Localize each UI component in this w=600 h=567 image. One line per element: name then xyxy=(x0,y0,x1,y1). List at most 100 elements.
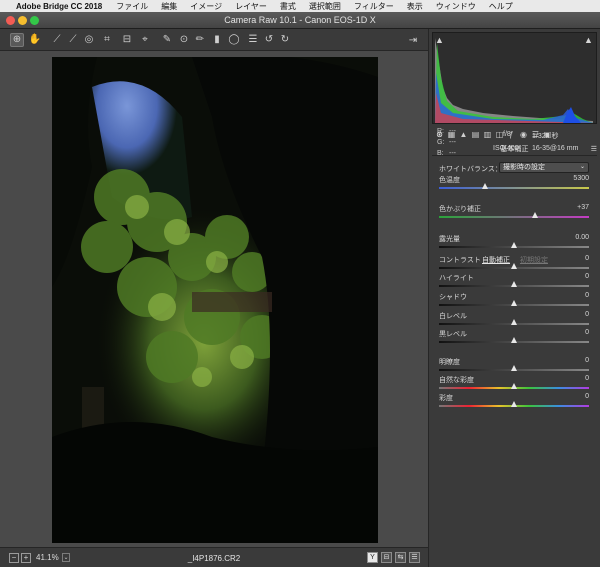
slider-value[interactable]: 0 xyxy=(585,311,589,318)
straighten-tool-icon[interactable]: ⊟ xyxy=(120,33,134,47)
menu-filter[interactable]: フィルター xyxy=(354,1,394,12)
white-balance-tool-icon[interactable]: ⟋ xyxy=(50,33,64,47)
shadow-clipping-icon[interactable]: ▲ xyxy=(435,35,444,45)
split-toning-tab-icon[interactable]: ▥ xyxy=(483,130,492,139)
slider-thumb[interactable] xyxy=(510,365,517,371)
menu-type[interactable]: 書式 xyxy=(280,1,296,12)
slider-thumb[interactable] xyxy=(510,263,517,269)
transform-tool-icon[interactable]: ⌖ xyxy=(138,33,152,47)
slider-label: ハイライト xyxy=(439,275,474,282)
white-balance-row: ホワイトバランス： 撮影時の設定 ⌄ xyxy=(439,162,589,174)
white-balance-select[interactable]: 撮影時の設定 ⌄ xyxy=(499,162,589,173)
highlight-clipping-icon[interactable]: ▲ xyxy=(584,35,593,45)
slider-value[interactable]: 0 xyxy=(585,375,589,382)
slider-track[interactable] xyxy=(439,216,589,218)
slider-thumb[interactable] xyxy=(510,319,517,325)
slider-thumb[interactable] xyxy=(482,183,488,189)
white-balance-value: 撮影時の設定 xyxy=(503,164,545,171)
menu-select[interactable]: 選択範囲 xyxy=(309,1,341,12)
snapshots-tab-icon[interactable]: ▣ xyxy=(543,130,552,139)
preview-preferences-icon[interactable]: ☰ xyxy=(409,552,420,563)
rotate-left-icon[interactable]: ↺ xyxy=(262,33,276,47)
window-title: Camera Raw 10.1 - Canon EOS-1D X xyxy=(224,15,376,25)
menu-edit[interactable]: 編集 xyxy=(161,1,177,12)
slider-7: 黒レベル 0 xyxy=(439,329,589,353)
hand-tool-icon[interactable]: ✋ xyxy=(28,33,42,47)
detail-tab-icon[interactable]: ▲ xyxy=(459,130,468,139)
photo-preview[interactable] xyxy=(52,57,378,543)
slider-value[interactable]: 0 xyxy=(585,255,589,262)
right-panel: ▲ ▲ R: --- G: --- B: --- f/8 1/320 秒 ISO… xyxy=(428,29,600,567)
slider-1: 色かぶり補正 +37 xyxy=(439,204,589,228)
tone-curve-tab-icon[interactable]: ▦ xyxy=(447,130,456,139)
section-header: 基本補正 ☰ xyxy=(432,144,597,156)
red-eye-icon[interactable]: ⊙ xyxy=(177,33,191,47)
white-balance-label: ホワイトバランス： xyxy=(439,166,502,173)
slider-value[interactable]: +37 xyxy=(577,204,589,211)
slider-label: 色温度 xyxy=(439,177,460,184)
slider-label: 白レベル xyxy=(439,313,467,320)
slider-value[interactable]: 0 xyxy=(585,357,589,364)
menu-file[interactable]: ファイル xyxy=(116,1,148,12)
basic-tab-icon[interactable]: ⊛ xyxy=(435,130,444,139)
window-titlebar: Camera Raw 10.1 - Canon EOS-1D X xyxy=(0,12,600,29)
slider-value[interactable]: 0 xyxy=(585,393,589,400)
radial-filter-icon[interactable]: ◯ xyxy=(227,33,241,47)
slider-value[interactable]: 0 xyxy=(585,292,589,299)
histogram-graph xyxy=(433,33,596,123)
slider-value[interactable]: 5300 xyxy=(573,175,589,182)
slider-value[interactable]: 0 xyxy=(585,329,589,336)
slider-value[interactable]: 0.00 xyxy=(575,234,589,241)
slider-thumb[interactable] xyxy=(510,401,517,407)
file-name: _I4P1876.CR2 xyxy=(187,554,241,563)
slider-thumb[interactable] xyxy=(510,281,517,287)
slider-label: 自然な彩度 xyxy=(439,377,474,384)
target-adjustment-icon[interactable]: ◎ xyxy=(82,33,96,47)
slider-label: コントラスト xyxy=(439,257,481,264)
lens-tab-icon[interactable]: ◫ xyxy=(495,130,504,139)
slider-thumb[interactable] xyxy=(510,337,517,343)
rotate-right-icon[interactable]: ↻ xyxy=(278,33,292,47)
section-title: 基本補正 xyxy=(500,146,529,153)
image-preview-area xyxy=(0,51,428,547)
slider-label: 色かぶり補正 xyxy=(439,206,481,213)
fx-tab-icon[interactable]: ƒ xyxy=(507,130,516,139)
graduated-filter-icon[interactable]: ▮ xyxy=(210,33,224,47)
app-menu[interactable]: Adobe Bridge CC 2018 xyxy=(16,2,102,11)
menu-image[interactable]: イメージ xyxy=(190,1,222,12)
zoom-tool-icon[interactable]: ⊕ xyxy=(10,33,24,47)
export-icon[interactable]: ⇥ xyxy=(406,33,420,47)
color-sampler-icon[interactable]: ⟋ xyxy=(66,33,80,47)
tool-bar: ⇥ ⊕ ✋ ⟋ ⟋ ◎ ⌗ ⊟ ⌖ ✎ ⊙ ✏ ▮ ◯ ☰ ↺ ↻ xyxy=(0,29,428,51)
chevron-down-icon: ⌄ xyxy=(579,164,585,170)
status-bar: − + 41.1% ⌄ _I4P1876.CR2 Y ⊟ ⇆ ☰ xyxy=(0,547,428,567)
crop-tool-icon[interactable]: ⌗ xyxy=(100,33,114,47)
slider-label: 黒レベル xyxy=(439,331,467,338)
hsl-tab-icon[interactable]: ▤ xyxy=(471,130,480,139)
slider-10: 彩度 0 xyxy=(439,393,589,417)
slider-thumb[interactable] xyxy=(531,212,538,218)
camera-calibration-tab-icon[interactable]: ◉ xyxy=(519,130,528,139)
slider-0: 色温度 5300 xyxy=(439,175,589,199)
slider-thumb[interactable] xyxy=(510,242,517,248)
menu-help[interactable]: ヘルプ xyxy=(489,1,513,12)
menu-layer[interactable]: レイヤー xyxy=(235,1,267,12)
presets-tab-icon[interactable]: ☰ xyxy=(531,130,540,139)
slider-thumb[interactable] xyxy=(510,300,517,306)
menu-view[interactable]: 表示 xyxy=(407,1,423,12)
preview-mode-button[interactable]: Y xyxy=(367,552,378,563)
section-menu-icon[interactable]: ☰ xyxy=(591,145,597,153)
slider-label: シャドウ xyxy=(439,294,467,301)
menu-window[interactable]: ウィンドウ xyxy=(436,1,476,12)
forest-photo xyxy=(52,57,378,543)
slider-track[interactable] xyxy=(439,187,589,189)
slider-thumb[interactable] xyxy=(510,383,517,389)
swap-settings-icon[interactable]: ⇆ xyxy=(395,552,406,563)
spot-removal-icon[interactable]: ✎ xyxy=(160,33,174,47)
slider-label: 明瞭度 xyxy=(439,359,460,366)
slider-value[interactable]: 0 xyxy=(585,273,589,280)
adjustment-brush-icon[interactable]: ✏ xyxy=(193,33,207,47)
before-after-icon[interactable]: ⊟ xyxy=(381,552,392,563)
slider-label: 彩度 xyxy=(439,395,453,402)
preferences-icon[interactable]: ☰ xyxy=(246,33,260,47)
